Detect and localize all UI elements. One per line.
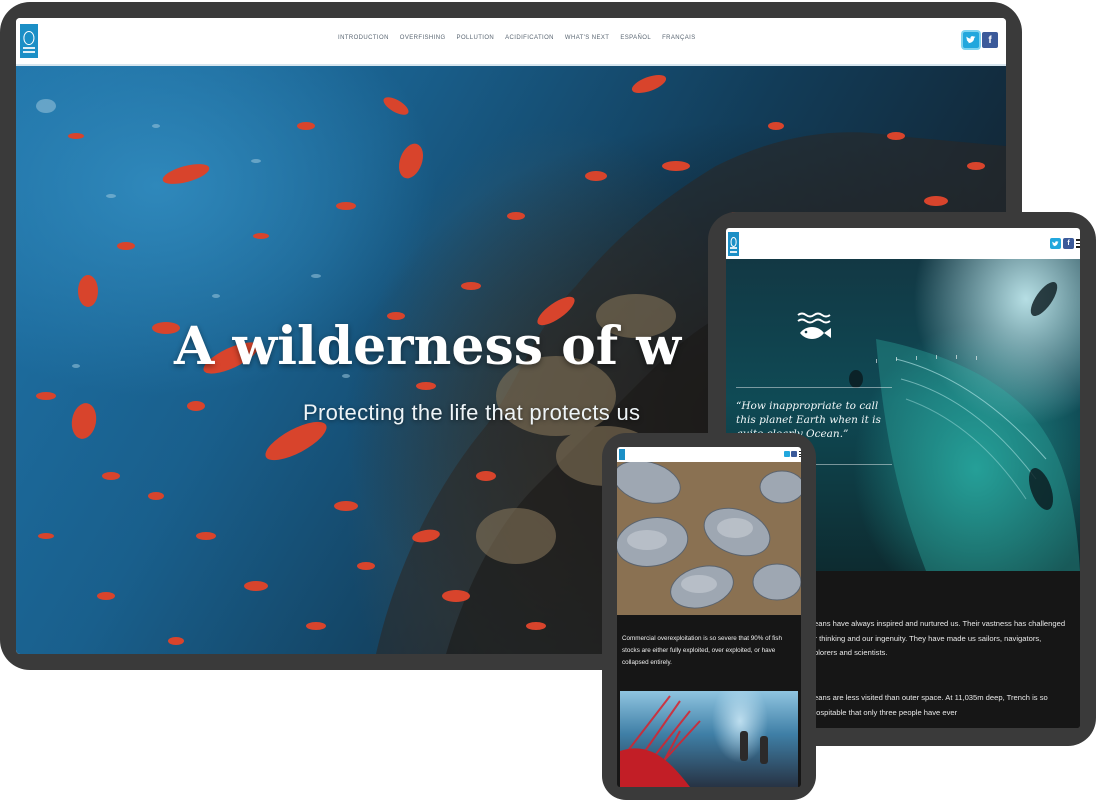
nav-item-acidification[interactable]: ACIDIFICATION — [505, 35, 554, 41]
nav-item-francais[interactable]: FRANÇAIS — [662, 35, 696, 41]
phone-top-nav — [617, 447, 801, 462]
twitter-icon[interactable] — [1050, 238, 1061, 249]
phone-social-links — [784, 451, 801, 457]
un-emblem-icon[interactable] — [728, 232, 739, 256]
nav-item-pollution[interactable]: POLLUTION — [457, 35, 495, 41]
nav-item-whats-next[interactable]: WHAT'S NEXT — [565, 35, 609, 41]
facebook-icon[interactable] — [791, 451, 797, 457]
hamburger-menu-icon[interactable] — [1076, 238, 1080, 249]
twitter-icon[interactable] — [963, 32, 979, 48]
twitter-icon[interactable] — [784, 451, 790, 457]
nav-item-introduction[interactable]: INTRODUCTION — [338, 35, 389, 41]
facebook-icon[interactable]: f — [1063, 238, 1074, 249]
facebook-icon[interactable]: f — [982, 32, 998, 48]
nav-item-overfishing[interactable]: OVERFISHING — [400, 35, 446, 41]
nav-item-espanol[interactable]: ESPAÑOL — [620, 35, 651, 41]
desktop-top-nav: INTRODUCTION OVERFISHING POLLUTION ACIDI… — [16, 18, 1006, 66]
desktop-nav-menu: INTRODUCTION OVERFISHING POLLUTION ACIDI… — [338, 35, 696, 41]
phone-screen: Commercial overexploitation is so severe… — [617, 447, 801, 787]
desktop-social-links: f — [963, 32, 998, 48]
quote-divider-top — [736, 387, 892, 388]
hero-title: A wilderness of w — [174, 316, 682, 377]
article-paragraph: oceans are less visited than outer space… — [806, 693, 1048, 717]
tablet-top-nav: f — [726, 228, 1080, 259]
hamburger-menu-icon[interactable] — [799, 451, 801, 457]
tablet-social-links: f — [1050, 238, 1080, 249]
article-paragraph: oceans have always inspired and nurtured… — [806, 619, 1066, 657]
fish-pile-photo — [617, 462, 801, 615]
fishing-net-photo — [620, 691, 798, 787]
hero-subtitle: Protecting the life that protects us — [303, 400, 641, 425]
phone-device-frame: Commercial overexploitation is so severe… — [602, 433, 816, 800]
photo-caption: Commercial overexploitation is so severe… — [622, 635, 782, 666]
un-emblem-icon[interactable] — [20, 24, 38, 58]
un-emblem-icon[interactable] — [619, 449, 625, 460]
